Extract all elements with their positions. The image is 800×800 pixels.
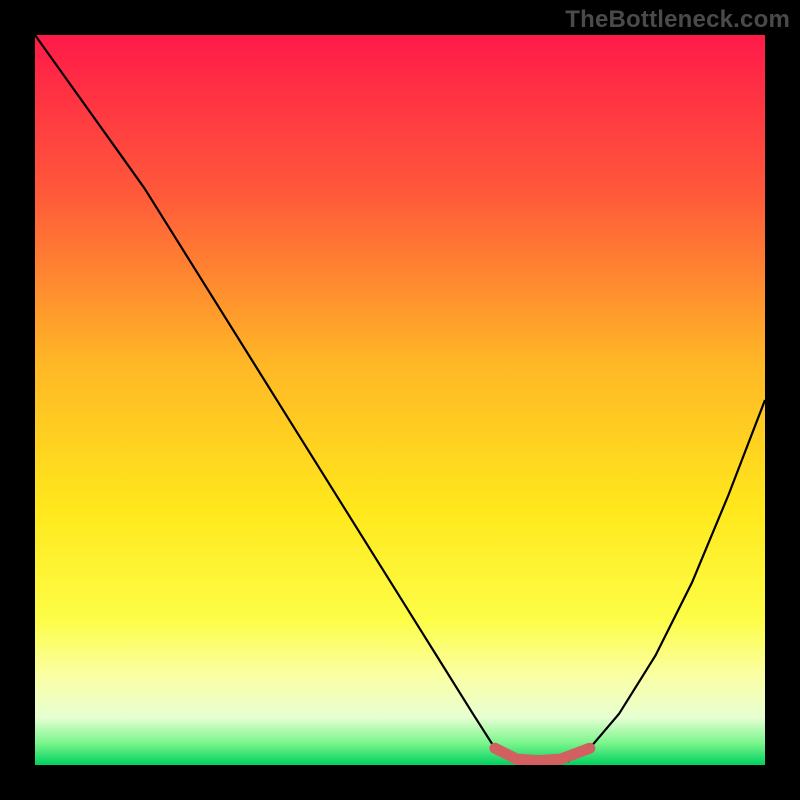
chart-svg — [35, 35, 765, 765]
watermark-text: TheBottleneck.com — [565, 6, 790, 34]
chart-frame: TheBottleneck.com — [0, 0, 800, 800]
plot-area — [35, 35, 765, 765]
